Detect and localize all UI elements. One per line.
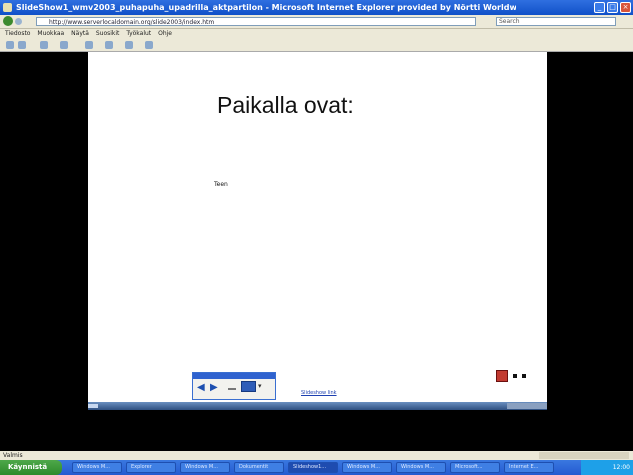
command-toolbar (0, 39, 633, 52)
start-button[interactable]: Käynnistä (0, 460, 62, 475)
player-controls-titlebar[interactable] (193, 373, 275, 379)
taskbar-item[interactable]: Dokumentit (234, 462, 284, 473)
add-favorite-icon[interactable] (18, 41, 26, 49)
menu-edit[interactable]: Muokkaa (37, 30, 64, 37)
taskbar-item[interactable]: Internet E... (504, 462, 554, 473)
slide-heading: Paikalla ovat: (217, 92, 354, 118)
address-bar-row: http://www.serverlocaldomain.org/slide20… (0, 15, 633, 29)
previous-slide-icon[interactable]: ◀ (197, 383, 205, 393)
divider (228, 388, 236, 390)
seek-bar[interactable] (88, 402, 547, 410)
taskbar-item[interactable]: Microsoft... (450, 462, 500, 473)
taskbar-item[interactable]: Slideshow1... (288, 462, 338, 473)
print-icon[interactable] (85, 41, 93, 49)
end-icon[interactable] (522, 374, 526, 378)
status-bar: Valmis (0, 451, 633, 460)
page-menu-icon[interactable] (105, 41, 113, 49)
taskbar-item[interactable]: Windows M... (180, 462, 230, 473)
taskbar-item[interactable]: Windows M... (396, 462, 446, 473)
menu-favorites[interactable]: Suosikit (96, 30, 120, 37)
address-input[interactable]: http://www.serverlocaldomain.org/slide20… (36, 17, 476, 26)
feeds-icon[interactable] (60, 41, 68, 49)
forward-button[interactable] (15, 18, 22, 25)
taskbar: Käynnistä Windows M... Explorer Windows … (0, 460, 633, 475)
slide-text: Teen (214, 181, 228, 188)
favorites-star-icon[interactable] (6, 41, 14, 49)
close-button[interactable]: × (620, 2, 631, 13)
stop-icon[interactable] (513, 374, 517, 378)
maximize-button[interactable]: □ (607, 2, 618, 13)
back-button[interactable] (3, 16, 13, 26)
zoom-zone[interactable] (539, 452, 629, 459)
menu-tools[interactable]: Työkalut (126, 30, 151, 37)
taskbar-item[interactable]: Windows M... (72, 462, 122, 473)
slide-area: Paikalla ovat: Teen Slideshow link (88, 52, 547, 402)
minimize-button[interactable]: _ (594, 2, 605, 13)
help-icon[interactable] (145, 41, 153, 49)
next-slide-icon[interactable]: ▶ (210, 383, 218, 393)
menu-file[interactable]: Tiedosto (5, 30, 30, 37)
volume-control[interactable] (507, 403, 547, 409)
clock[interactable]: 12:00 (613, 464, 630, 471)
seek-handle[interactable] (88, 404, 98, 408)
home-icon[interactable] (40, 41, 48, 49)
tools-menu-icon[interactable] (125, 41, 133, 49)
menu-bar: Tiedosto Muokkaa Näytä Suosikit Työkalut… (0, 29, 633, 39)
slide-link[interactable]: Slideshow link (301, 390, 337, 396)
menu-help[interactable]: Ohje (158, 30, 172, 37)
player-controls: ◀ ▶ ▾ (192, 372, 276, 400)
search-input[interactable]: Search (496, 17, 616, 26)
monitor-icon[interactable] (241, 381, 256, 392)
window-titlebar: SlideShow1_wmv2003_puhapuha_upadrilla_ak… (0, 0, 633, 15)
taskbar-item[interactable]: Explorer (126, 462, 176, 473)
dropdown-icon[interactable]: ▾ (258, 382, 262, 390)
window-title: SlideShow1_wmv2003_puhapuha_upadrilla_ak… (16, 3, 516, 12)
system-tray: 12:00 (581, 460, 633, 475)
ie-icon (3, 3, 12, 12)
status-text: Valmis (3, 452, 23, 459)
slide-indicators (496, 370, 526, 382)
taskbar-item[interactable]: Windows M... (342, 462, 392, 473)
menu-view[interactable]: Näytä (71, 30, 89, 37)
window-controls: _ □ × (594, 2, 631, 13)
record-icon[interactable] (496, 370, 508, 382)
mouse-cursor-icon (215, 219, 223, 229)
